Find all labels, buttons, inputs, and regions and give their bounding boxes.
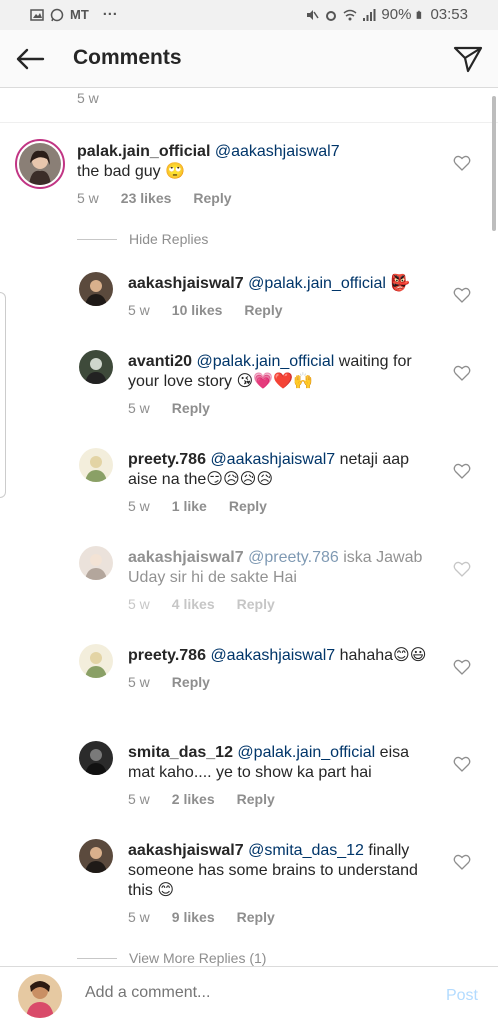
carrier-label: MT xyxy=(70,7,89,22)
comment-username[interactable]: palak.jain_official xyxy=(77,143,210,160)
alarm-icon xyxy=(326,10,337,21)
reply-likes[interactable]: 9 likes xyxy=(172,909,215,925)
avatar[interactable] xyxy=(79,839,113,873)
signal-icon xyxy=(363,8,376,21)
comment-likes[interactable]: 23 likes xyxy=(121,190,172,206)
reply-username[interactable]: preety.786 xyxy=(128,451,206,468)
reply-time: 5 w xyxy=(128,400,150,416)
reply-button[interactable]: Reply xyxy=(172,400,210,416)
app-header: Comments xyxy=(0,30,498,88)
avatar-photo xyxy=(79,644,113,678)
heart-icon[interactable] xyxy=(453,462,471,480)
comment-mention[interactable]: @aakashjaiswal7 xyxy=(215,143,340,160)
heart-icon[interactable] xyxy=(453,853,471,871)
reply-button[interactable]: Reply xyxy=(193,190,231,206)
post-button[interactable]: Post xyxy=(446,987,478,1005)
view-more-label: View More Replies (1) xyxy=(129,950,267,966)
avatar-photo xyxy=(79,741,113,775)
heart-icon[interactable] xyxy=(453,560,471,578)
reply-button[interactable]: Reply xyxy=(237,909,275,925)
reply-button[interactable]: Reply xyxy=(237,596,275,612)
reply-time: 5 w xyxy=(128,791,150,807)
wifi-icon xyxy=(343,9,357,20)
comment-input[interactable] xyxy=(85,984,415,1002)
reply-time: 5 w xyxy=(128,909,150,925)
heart-icon[interactable] xyxy=(453,286,471,304)
reply-text: 👺 xyxy=(385,275,411,292)
more-notifications: ··· xyxy=(102,6,118,23)
reply-username[interactable]: smita_das_12 xyxy=(128,744,233,761)
reply-text: hahaha😊😃 xyxy=(335,647,427,664)
avatar-photo xyxy=(79,839,113,873)
view-more-replies-button[interactable]: View More Replies (1) xyxy=(77,950,266,966)
reply-username[interactable]: aakashjaiswal7 xyxy=(128,549,244,566)
avatar-photo xyxy=(19,143,61,185)
reply-mention[interactable]: @preety.786 xyxy=(248,549,339,566)
mute-icon xyxy=(307,9,320,20)
hide-replies-label: Hide Replies xyxy=(129,231,209,247)
reply-time: 5 w xyxy=(128,674,150,690)
avatar-photo xyxy=(79,350,113,384)
reply-button[interactable]: Reply xyxy=(229,498,267,514)
reply-mention[interactable]: @palak.jain_official xyxy=(237,744,375,761)
gallery-icon xyxy=(30,8,44,21)
share-button[interactable] xyxy=(452,43,484,75)
reply-mention[interactable]: @palak.jain_official xyxy=(248,275,386,292)
avatar[interactable] xyxy=(79,644,113,678)
avatar[interactable] xyxy=(15,139,65,189)
edge-panel-handle[interactable] xyxy=(0,292,6,498)
avatar[interactable] xyxy=(79,741,113,775)
reply-mention[interactable]: @palak.jain_official xyxy=(197,353,335,370)
previous-comment-time: 5 w xyxy=(77,90,99,106)
my-avatar-photo xyxy=(18,974,62,1018)
status-bar: MT ··· 90% 03:53 xyxy=(0,0,498,30)
avatar-photo xyxy=(79,546,113,580)
divider-line xyxy=(77,238,117,240)
avatar[interactable] xyxy=(79,350,113,384)
hide-replies-button[interactable]: Hide Replies xyxy=(77,231,208,247)
avatar[interactable] xyxy=(79,272,113,306)
heart-icon[interactable] xyxy=(453,364,471,382)
reply-mention[interactable]: @aakashjaiswal7 xyxy=(210,451,335,468)
reply-mention[interactable]: @aakashjaiswal7 xyxy=(210,647,335,664)
clock-time: 03:53 xyxy=(430,6,468,23)
comment-composer: Post xyxy=(0,966,498,1024)
whatsapp-icon xyxy=(50,8,64,21)
reply-mention[interactable]: @smita_das_12 xyxy=(248,842,364,859)
reply-likes[interactable]: 4 likes xyxy=(172,596,215,612)
heart-icon[interactable] xyxy=(453,755,471,773)
reply-username[interactable]: preety.786 xyxy=(128,647,206,664)
reply-time: 5 w xyxy=(128,596,150,612)
reply-username[interactable]: avanti20 xyxy=(128,353,192,370)
battery-percent: 90% xyxy=(381,6,412,23)
avatar-photo xyxy=(79,448,113,482)
comment-text: the bad guy 🙄 xyxy=(77,163,185,180)
back-button[interactable] xyxy=(14,43,46,75)
reply-time: 5 w xyxy=(128,498,150,514)
reply-username[interactable]: aakashjaiswal7 xyxy=(128,842,244,859)
reply-username[interactable]: aakashjaiswal7 xyxy=(128,275,244,292)
avatar[interactable] xyxy=(79,546,113,580)
reply-likes[interactable]: 10 likes xyxy=(172,302,223,318)
direct-share-icon xyxy=(453,46,483,73)
heart-icon[interactable] xyxy=(453,154,471,172)
scrollbar[interactable] xyxy=(492,96,496,231)
reply-button[interactable]: Reply xyxy=(237,791,275,807)
page-title: Comments xyxy=(73,46,182,69)
reply-likes[interactable]: 1 like xyxy=(172,498,207,514)
reply-button[interactable]: Reply xyxy=(244,302,282,318)
comment-time: 5 w xyxy=(77,190,99,206)
reply-time: 5 w xyxy=(128,302,150,318)
reply-button[interactable]: Reply xyxy=(172,674,210,690)
divider-line xyxy=(77,957,117,959)
back-arrow-icon xyxy=(16,48,45,70)
heart-icon[interactable] xyxy=(453,658,471,676)
my-avatar xyxy=(18,974,62,1018)
reply-likes[interactable]: 2 likes xyxy=(172,791,215,807)
battery-icon xyxy=(417,10,422,19)
avatar-photo xyxy=(79,272,113,306)
divider xyxy=(0,122,498,123)
avatar[interactable] xyxy=(79,448,113,482)
